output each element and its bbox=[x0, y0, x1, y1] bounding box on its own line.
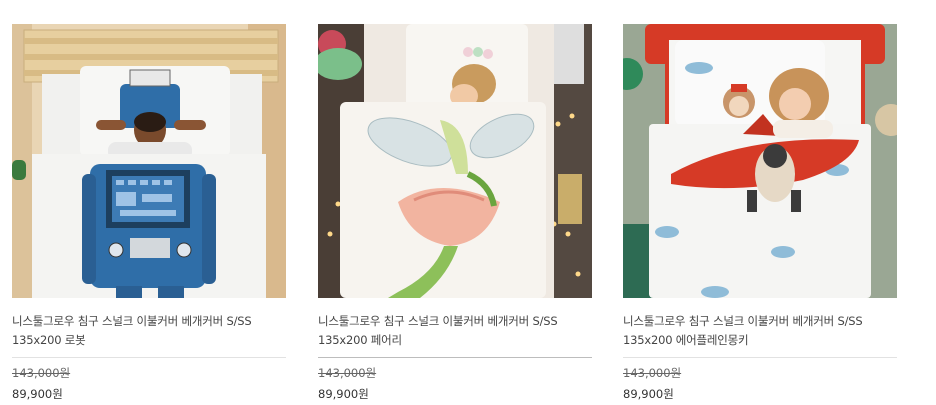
divider bbox=[12, 357, 286, 358]
original-price: 143,000원 bbox=[623, 366, 682, 380]
sale-price: 89,900원 bbox=[12, 387, 63, 401]
product-image-airplane-monkey[interactable] bbox=[623, 24, 897, 298]
sale-price: 89,900원 bbox=[623, 387, 674, 401]
product-image-fairy[interactable] bbox=[318, 24, 592, 298]
product-card[interactable]: 니스툴그로우 침구 스널크 이불커버 베개커버 S/SS 135x200 에어플… bbox=[623, 24, 897, 402]
product-title[interactable]: 니스툴그로우 침구 스널크 이불커버 베개커버 S/SS 135x200 로봇 bbox=[12, 312, 286, 350]
divider bbox=[318, 357, 592, 358]
sale-price: 89,900원 bbox=[318, 387, 369, 401]
product-title[interactable]: 니스툴그로우 침구 스널크 이불커버 베개커버 S/SS 135x200 에어플… bbox=[623, 312, 897, 350]
product-title[interactable]: 니스툴그로우 침구 스널크 이불커버 베개커버 S/SS 135x200 페어리 bbox=[318, 312, 592, 350]
product-image-robot[interactable] bbox=[12, 24, 286, 298]
product-card[interactable]: 니스툴그로우 침구 스널크 이불커버 베개커버 S/SS 135x200 로봇 … bbox=[12, 24, 286, 402]
original-price: 143,000원 bbox=[318, 366, 377, 380]
divider bbox=[623, 357, 897, 358]
product-card[interactable]: 니스툴그로우 침구 스널크 이불커버 베개커버 S/SS 135x200 페어리… bbox=[318, 24, 592, 402]
original-price: 143,000원 bbox=[12, 366, 71, 380]
